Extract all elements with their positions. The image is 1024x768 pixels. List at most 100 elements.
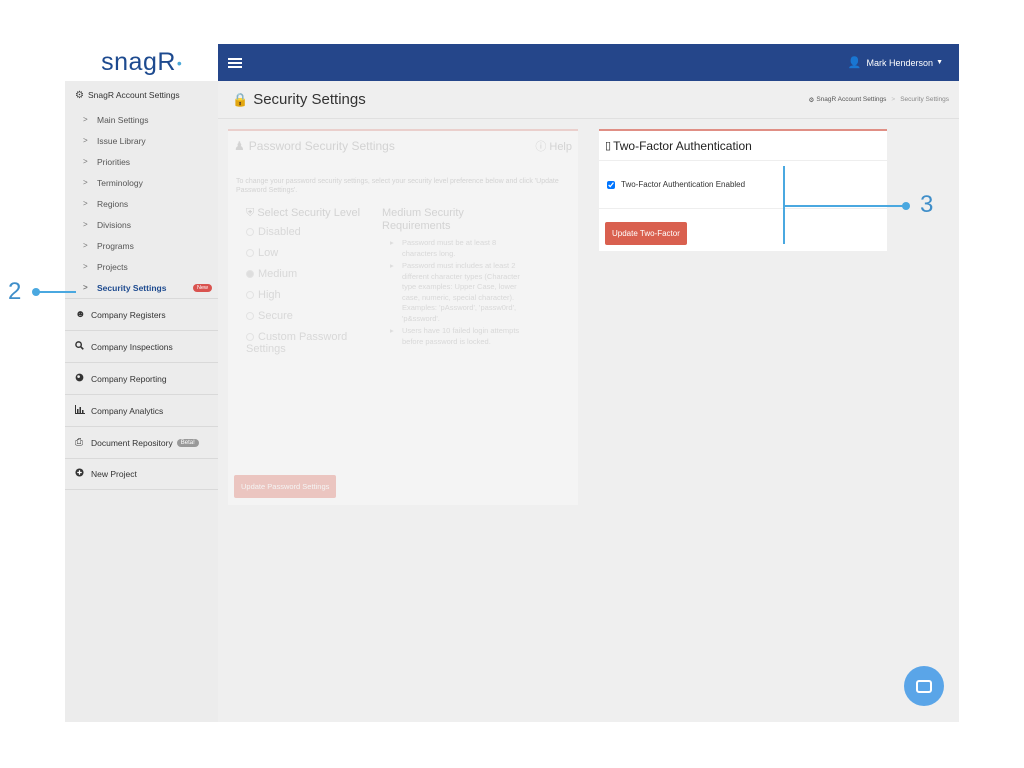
help-link[interactable]: ⓘ Help [535, 138, 572, 154]
chevron-right-icon: > [83, 220, 88, 229]
breadcrumb-current: Security Settings [900, 96, 949, 103]
two-factor-title: Two-Factor Authentication [613, 138, 752, 153]
password-security-panel: ♟ Password Security Settings ⓘ Help To c… [228, 129, 578, 505]
logo-dot-icon: • [176, 54, 182, 71]
sidebar-item-document-repository[interactable]: ⎙ Document Repository Beta! [65, 426, 218, 458]
sidebar-item-company-registers[interactable]: ☻ Company Registers [65, 298, 218, 330]
radio-label: Disabled [258, 225, 301, 238]
sidebar-item-terminology[interactable]: > Terminology [65, 172, 218, 193]
sidebar-item-new-project[interactable]: New Project [65, 458, 218, 490]
chevron-right-icon: > [83, 262, 88, 271]
radio-custom[interactable]: Custom Password Settings [246, 330, 382, 355]
password-panel-title: Password Security Settings [248, 139, 395, 153]
radio-low[interactable]: Low [246, 247, 382, 268]
sidebar-item-divisions[interactable]: > Divisions [65, 214, 218, 235]
radio-medium[interactable]: Medium [246, 268, 382, 289]
sidebar-item-label: Priorities [97, 156, 131, 167]
bar-chart-icon [75, 404, 91, 417]
document-icon: ⎙ [75, 437, 83, 448]
requirements-title: Medium Security Requirements [382, 207, 464, 232]
sidebar-item-label: Regions [97, 198, 129, 209]
radio-disabled[interactable]: Disabled [246, 226, 382, 247]
user-name: Mark Henderson [866, 57, 934, 68]
sidebar-item-main-settings[interactable]: > Main Settings [65, 109, 218, 130]
cogs-icon: ⚙ [808, 96, 815, 104]
chevron-right-icon: > [83, 283, 88, 292]
sidebar-item-company-inspections[interactable]: Company Inspections [65, 330, 218, 362]
sidebar-item-projects[interactable]: > Projects [65, 256, 218, 277]
radio-circle [246, 290, 254, 299]
sidebar-item-label: Company Analytics [91, 405, 164, 416]
user-icon: 👤 [847, 57, 862, 69]
plus-circle-icon [75, 468, 91, 480]
security-level-column: ⛨ Select Security Level Disabled Low Med… [246, 207, 382, 355]
user-menu[interactable]: 👤 Mark Henderson ▼ [848, 56, 943, 69]
password-intro-text: To change your password security setting… [236, 178, 559, 195]
chat-icon [916, 679, 932, 693]
requirement-item: Password must includes at least 2 differ… [382, 261, 532, 324]
two-factor-checkbox[interactable] [607, 180, 615, 189]
sidebar-item-label: Projects [97, 261, 128, 272]
sidebar-item-label: Company Reporting [91, 373, 167, 384]
update-two-factor-button[interactable]: Update Two-Factor [605, 222, 687, 245]
radio-label: High [258, 288, 281, 301]
logo[interactable]: snagR • [65, 44, 218, 81]
mobile-phone-icon: ▯ [605, 140, 612, 152]
chevron-right-icon: > [83, 199, 88, 208]
update-password-settings-button[interactable]: Update Password Settings [234, 475, 337, 498]
new-badge: New [192, 283, 212, 292]
chevron-right-icon: > [83, 178, 88, 187]
annotation-number-3: 3 [920, 191, 934, 218]
breadcrumb-parent[interactable]: SnagR Account Settings [816, 96, 886, 103]
page-title: 🔒 Security Settings [232, 91, 366, 108]
sidebar-item-priorities[interactable]: > Priorities [65, 151, 218, 172]
annotation-dot [902, 202, 910, 210]
user-secret-icon: ♟ [234, 139, 245, 153]
annotation-number-2: 2 [8, 278, 22, 305]
sidebar-item-label: Programs [97, 240, 134, 251]
chevron-right-icon: > [83, 241, 88, 250]
chat-launcher-button[interactable] [904, 666, 944, 706]
sidebar-item-issue-library[interactable]: > Issue Library [65, 130, 218, 151]
account-settings-header[interactable]: ⚙ SnagR Account Settings [65, 81, 218, 109]
sidebar-item-label: Issue Library [97, 135, 146, 146]
radio-label: Custom Password Settings [246, 330, 348, 355]
page-header: 🔒 Security Settings ⚙ SnagR Account Sett… [218, 81, 959, 119]
sidebar-item-programs[interactable]: > Programs [65, 235, 218, 256]
two-factor-checkbox-row[interactable]: Two-Factor Authentication Enabled [599, 161, 887, 209]
sidebar-item-security-settings[interactable]: > Security Settings New [65, 277, 218, 298]
chevron-right-icon: > [83, 115, 88, 124]
annotation-line [36, 291, 76, 293]
logo-text: snagR [101, 48, 176, 76]
account-settings-label: SnagR Account Settings [87, 90, 180, 100]
sidebar-item-label: Terminology [97, 177, 143, 188]
question-circle-icon: ⓘ [535, 141, 547, 153]
top-navbar: 👤 Mark Henderson ▼ [218, 44, 959, 81]
password-columns: ⛨ Select Security Level Disabled Low Med… [228, 195, 578, 355]
requirement-item: Users have 10 failed login attempts befo… [382, 326, 532, 347]
security-level-title: ⛨ Select Security Level [246, 207, 382, 220]
breadcrumb: ⚙ SnagR Account Settings > Security Sett… [808, 96, 949, 104]
annotation-line [784, 205, 906, 207]
requirement-item: Password must be at least 8 characters l… [382, 238, 532, 259]
security-level-title-text: Select Security Level [257, 207, 361, 220]
two-factor-header: ▯ Two-Factor Authentication [599, 131, 887, 161]
radio-secure[interactable]: Secure [246, 310, 382, 331]
password-panel-header: ♟ Password Security Settings ⓘ Help [228, 131, 578, 161]
users-icon: ☻ [75, 309, 86, 320]
main-content: 🔒 Security Settings ⚙ SnagR Account Sett… [218, 81, 959, 722]
radio-label: Medium [258, 267, 298, 280]
radio-circle [246, 248, 254, 257]
radio-circle [246, 227, 254, 236]
chevron-right-icon: > [83, 157, 88, 166]
sidebar-item-company-analytics[interactable]: Company Analytics [65, 394, 218, 426]
radio-circle-selected [246, 269, 254, 278]
sidebar-item-label: Document Repository [91, 437, 173, 448]
sidebar-item-regions[interactable]: > Regions [65, 193, 218, 214]
radio-circle [246, 332, 254, 341]
requirements-column: Medium Security Requirements Password mu… [382, 207, 532, 352]
sidebar-item-company-reporting[interactable]: Company Reporting [65, 362, 218, 394]
beta-badge: Beta! [176, 438, 199, 447]
radio-high[interactable]: High [246, 289, 382, 310]
hamburger-menu-icon[interactable] [228, 56, 242, 70]
